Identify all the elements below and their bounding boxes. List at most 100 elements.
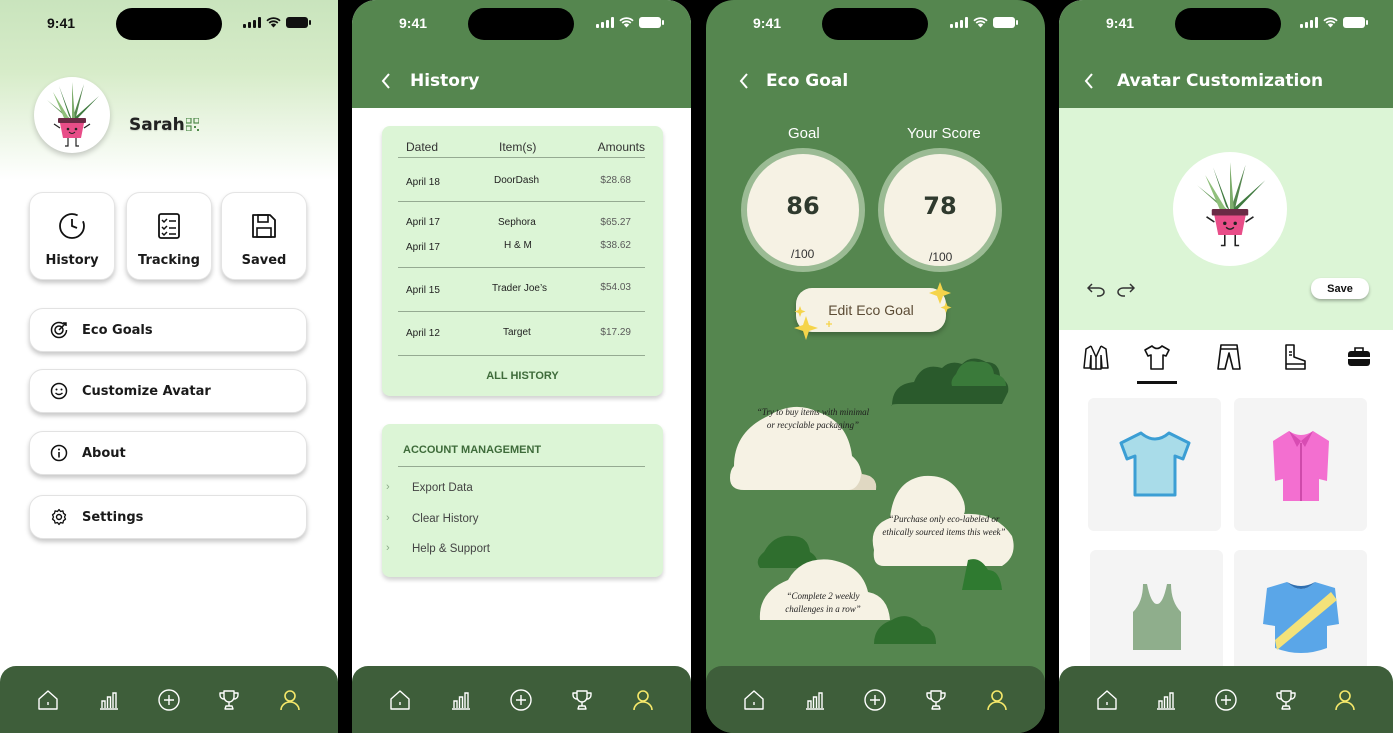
saved-tile[interactable]: Saved: [221, 192, 307, 280]
page-title: History: [410, 71, 480, 91]
wifi-icon: [266, 16, 281, 27]
plant-avatar-icon: [1197, 162, 1266, 247]
clothing-item-blue-tshirt[interactable]: [1088, 398, 1221, 531]
undo-icon[interactable]: [1087, 281, 1105, 297]
signal-icon: [1300, 16, 1318, 28]
battery-icon: [993, 16, 1018, 28]
menu-item-eco-goals[interactable]: Eco Goals: [29, 308, 307, 352]
clothing-item-pink-blouse[interactable]: [1234, 398, 1367, 531]
table-row[interactable]: April 17 Sephora $65.27 April 17 H & M $…: [398, 202, 645, 268]
tab-home[interactable]: [386, 686, 414, 714]
history-table-header: Dated Item(s) Amounts: [398, 138, 645, 158]
trophy-icon: [572, 689, 592, 710]
tab-add[interactable]: [1212, 686, 1240, 714]
goal-value: 86: [786, 192, 820, 220]
tab-trophy[interactable]: [215, 686, 243, 714]
bar-chart-icon: [99, 691, 118, 710]
category-bag[interactable]: [1344, 340, 1374, 374]
trophy-icon: [219, 689, 240, 710]
status-bar: 9:41: [0, 0, 338, 46]
user-icon: [986, 689, 1007, 710]
chevron-right-icon: ›: [386, 512, 390, 524]
menu-item-about[interactable]: About: [29, 431, 307, 475]
battery-icon: [1343, 16, 1368, 28]
tab-home[interactable]: [1093, 686, 1121, 714]
tab-bar: [352, 666, 691, 733]
row-item: Target: [503, 327, 531, 338]
qr-code-icon[interactable]: [186, 118, 199, 131]
signal-icon: [243, 16, 261, 28]
eco-tip-3: “Complete 2 weekly challenges in a row”: [785, 591, 861, 614]
battery-icon: [286, 16, 311, 28]
pink-blouse-icon: [1272, 430, 1329, 501]
save-button[interactable]: Save: [1311, 278, 1369, 299]
category-jacket[interactable]: [1081, 340, 1111, 374]
tracking-tile-label: Tracking: [138, 253, 200, 268]
tab-stats[interactable]: [447, 686, 475, 714]
tab-stats[interactable]: [95, 686, 123, 714]
tab-trophy[interactable]: [568, 686, 596, 714]
avatar-customization-screen: Avatar Customization 9:41 Save: [1059, 0, 1393, 733]
wifi-icon: [973, 16, 988, 27]
user-icon: [632, 689, 653, 710]
blue-tshirt-icon: [1119, 431, 1190, 496]
help-support-link[interactable]: › Help & Support: [386, 542, 490, 555]
plant-avatar-icon: [47, 82, 99, 147]
export-data-label: Export Data: [412, 482, 473, 494]
status-bar: 9:41: [1059, 0, 1393, 46]
account-management-card: ACCOUNT MANAGEMENT › Export Data › Clear H…: [382, 424, 663, 577]
tab-home[interactable]: [34, 686, 62, 714]
username: Sarah: [129, 115, 185, 135]
tab-trophy[interactable]: [922, 686, 950, 714]
checklist-icon: [158, 213, 180, 239]
all-history-link[interactable]: ALL HISTORY: [382, 370, 663, 382]
home-icon: [390, 689, 410, 710]
history-tile[interactable]: History: [29, 192, 115, 280]
help-support-label: Help & Support: [412, 543, 490, 555]
clothing-item-striped-jersey[interactable]: [1234, 550, 1367, 683]
tab-bar: [1059, 666, 1393, 733]
tab-profile[interactable]: [276, 686, 304, 714]
home-icon: [38, 689, 58, 710]
menu-item-customize-avatar[interactable]: Customize Avatar: [29, 369, 307, 413]
menu-item-settings[interactable]: Settings: [29, 495, 307, 539]
tab-home[interactable]: [740, 686, 768, 714]
category-tshirt[interactable]: [1142, 340, 1172, 374]
tab-add[interactable]: [861, 686, 889, 714]
menu-label-customize-avatar: Customize Avatar: [82, 383, 211, 399]
tab-profile[interactable]: [1331, 686, 1359, 714]
tab-stats[interactable]: [801, 686, 829, 714]
tab-profile[interactable]: [983, 686, 1011, 714]
chevron-right-icon: ›: [386, 481, 390, 493]
clothing-item-tank-top[interactable]: [1090, 550, 1223, 683]
tab-profile[interactable]: [629, 686, 657, 714]
tab-add[interactable]: [155, 686, 183, 714]
trophy-icon: [926, 689, 946, 710]
profile-avatar[interactable]: [34, 77, 110, 153]
chevron-right-icon: ›: [386, 542, 390, 554]
dynamic-island: [468, 8, 574, 40]
export-data-link[interactable]: › Export Data: [386, 481, 473, 494]
history-tile-label: History: [45, 253, 99, 268]
category-pants[interactable]: [1214, 340, 1244, 374]
clock-icon: [59, 213, 85, 239]
redo-icon[interactable]: [1117, 281, 1135, 297]
clear-history-link[interactable]: › Clear History: [386, 512, 478, 525]
history-card: Dated Item(s) Amounts April 18 DoorDash …: [382, 126, 663, 396]
plus-circle-icon: [158, 688, 180, 711]
tab-stats[interactable]: [1152, 686, 1180, 714]
category-boots[interactable]: [1280, 340, 1310, 374]
back-arrow-icon[interactable]: [1083, 72, 1095, 90]
tracking-tile[interactable]: Tracking: [126, 192, 212, 280]
table-row[interactable]: April 18 DoorDash $28.68: [398, 158, 645, 202]
table-row[interactable]: April 15 Trader Joe’s $54.03: [398, 268, 645, 312]
tab-bar: [706, 666, 1045, 733]
table-row[interactable]: April 12 Target $17.29: [398, 312, 645, 356]
tab-trophy[interactable]: [1272, 686, 1300, 714]
back-arrow-icon[interactable]: [380, 72, 392, 90]
score-out-of: /100: [929, 250, 953, 264]
status-time: 9:41: [753, 15, 782, 31]
target-icon: [50, 321, 68, 339]
back-arrow-icon[interactable]: [738, 72, 750, 90]
tab-add[interactable]: [507, 686, 535, 714]
